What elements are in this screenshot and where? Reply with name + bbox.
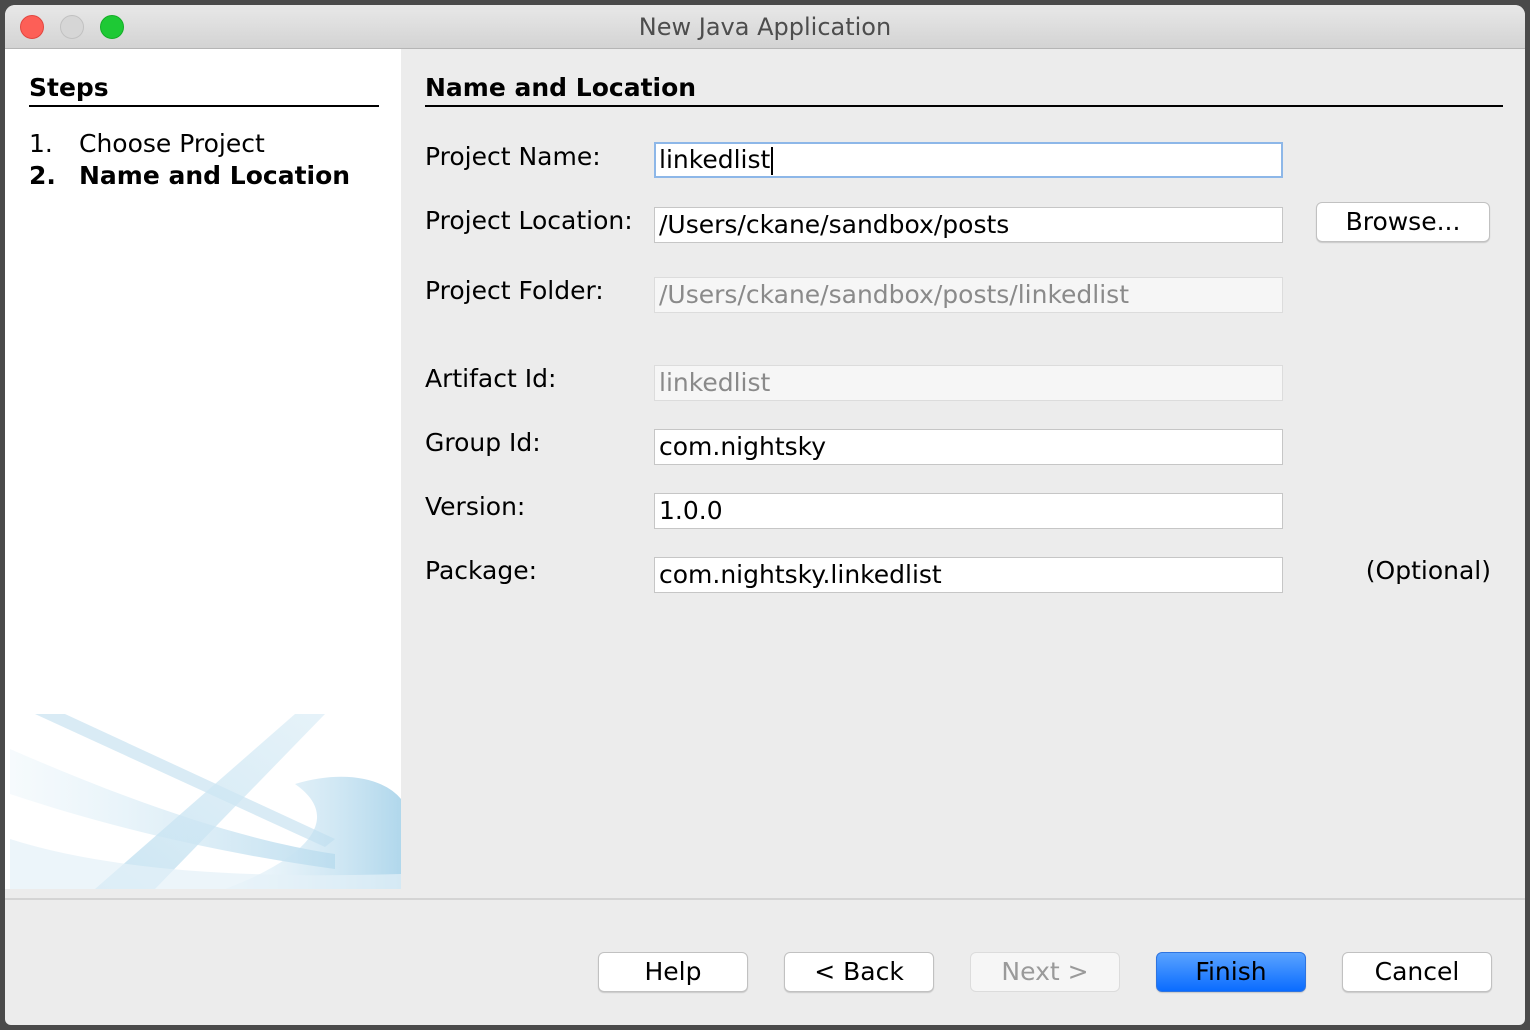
name-and-location-panel: Name and Location Project Name: linkedli… <box>401 49 1525 889</box>
package-optional-hint: (Optional) <box>1365 556 1491 585</box>
project-name-value: linkedlist <box>659 145 771 174</box>
artifact-id-label: Artifact Id: <box>425 364 557 393</box>
footer-divider <box>5 898 1525 900</box>
step-number: 2. <box>29 161 56 190</box>
text-caret <box>771 147 774 175</box>
window-title: New Java Application <box>638 13 892 41</box>
step-number: 1. <box>29 129 53 158</box>
finish-button[interactable]: Finish <box>1156 952 1306 992</box>
section-divider <box>425 105 1503 107</box>
steps-panel: Steps 1. Choose Project 2. Name and Locati… <box>5 49 401 889</box>
browse-button[interactable]: Browse... <box>1316 202 1490 242</box>
next-button: Next > <box>970 952 1120 992</box>
artifact-id-field: linkedlist <box>654 365 1283 401</box>
step-label: Name and Location <box>79 161 351 190</box>
project-location-field[interactable]: /Users/ckane/sandbox/posts <box>654 207 1283 243</box>
group-id-field[interactable]: com.nightsky <box>654 429 1283 465</box>
title-bar: New Java Application <box>5 5 1525 49</box>
group-id-label: Group Id: <box>425 428 541 457</box>
cancel-button[interactable]: Cancel <box>1342 952 1492 992</box>
steps-heading: Steps <box>29 73 109 102</box>
wizard-decoration-graphic <box>10 714 401 889</box>
steps-divider <box>29 105 379 107</box>
step-label: Choose Project <box>79 129 265 158</box>
project-location-label: Project Location: <box>425 206 633 235</box>
step-choose-project: 1. Choose Project <box>29 129 265 158</box>
package-field[interactable]: com.nightsky.linkedlist <box>654 557 1283 593</box>
help-button[interactable]: Help <box>598 952 748 992</box>
new-java-application-dialog: New Java Application Steps 1. Choose Proj… <box>5 5 1525 1025</box>
project-folder-label: Project Folder: <box>425 276 604 305</box>
project-name-field[interactable]: linkedlist <box>654 142 1283 178</box>
section-heading: Name and Location <box>425 73 697 102</box>
step-name-and-location: 2. Name and Location <box>29 161 350 190</box>
version-label: Version: <box>425 492 526 521</box>
back-button[interactable]: < Back <box>784 952 934 992</box>
version-field[interactable]: 1.0.0 <box>654 493 1283 529</box>
project-folder-field: /Users/ckane/sandbox/posts/linkedlist <box>654 277 1283 313</box>
project-name-label: Project Name: <box>425 142 601 171</box>
package-label: Package: <box>425 556 538 585</box>
